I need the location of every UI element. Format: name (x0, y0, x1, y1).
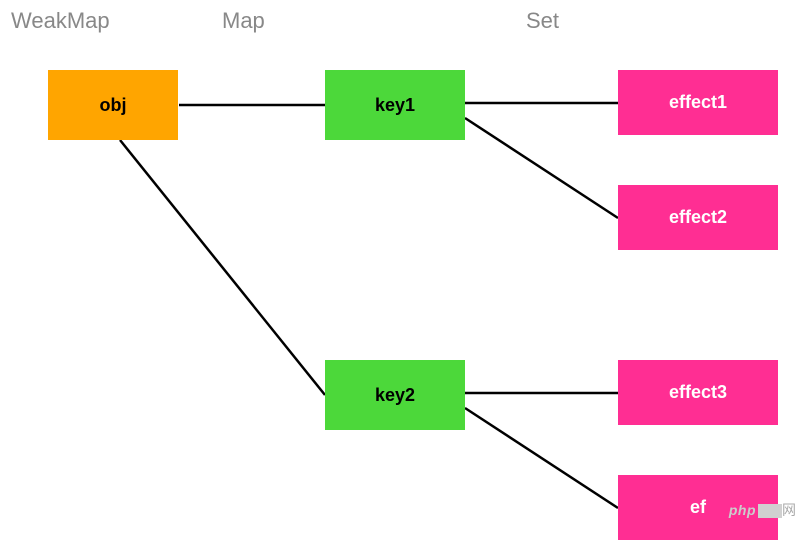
header-map: Map (222, 8, 265, 34)
node-obj: obj (48, 70, 178, 140)
node-effect2: effect2 (618, 185, 778, 250)
watermark-box-icon (758, 504, 782, 518)
node-effect1: effect1 (618, 70, 778, 135)
watermark-suffix: 网 (782, 502, 796, 518)
node-effect3: effect3 (618, 360, 778, 425)
watermark-brand: php (729, 502, 756, 518)
header-weakmap: WeakMap (11, 8, 110, 34)
node-key1: key1 (325, 70, 465, 140)
watermark: php 网 (729, 500, 796, 520)
header-set: Set (526, 8, 559, 34)
node-key2: key2 (325, 360, 465, 430)
